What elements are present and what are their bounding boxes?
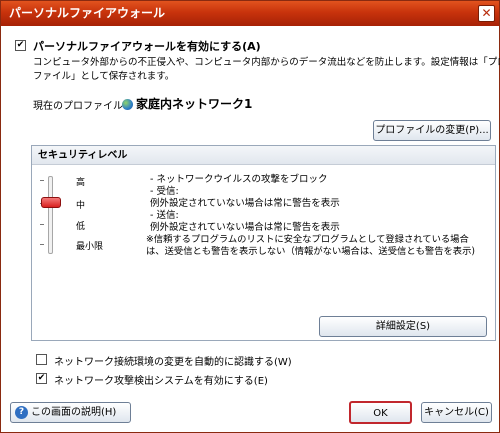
advanced-settings-button[interactable]: 詳細設定(S): [319, 316, 487, 337]
slider-tick: [40, 244, 44, 245]
auto-detect-label[interactable]: ネットワーク接続環境の変更を自動的に認識する(W): [54, 353, 292, 368]
current-profile: 家庭内ネットワーク1: [122, 95, 252, 112]
help-icon: ?: [15, 406, 28, 419]
title-bar: パーソナルファイアウォール ✕: [1, 1, 499, 26]
window-title: パーソナルファイアウォール: [9, 6, 166, 20]
change-profile-button[interactable]: プロファイルの変更(P)...: [373, 120, 491, 141]
level-high: 高: [76, 178, 86, 188]
close-button[interactable]: ✕: [478, 5, 495, 22]
slider-tick: [40, 224, 44, 225]
enable-firewall-checkbox[interactable]: ✔: [15, 40, 26, 51]
level-low: 低: [76, 222, 86, 232]
current-profile-name: 家庭内ネットワーク1: [136, 97, 253, 111]
attack-detect-label[interactable]: ネットワーク攻撃検出システムを有効にする(E): [54, 372, 268, 387]
enable-firewall-label[interactable]: パーソナルファイアウォールを有効にする(A): [33, 38, 261, 54]
ok-button[interactable]: OK: [349, 401, 412, 424]
auto-detect-checkbox[interactable]: [36, 354, 47, 365]
slider-track[interactable]: [48, 176, 53, 254]
firewall-window: パーソナルファイアウォール ✕ ✔ パーソナルファイアウォールを有効にする(A)…: [0, 0, 500, 433]
attack-detect-checkbox[interactable]: ✔: [36, 373, 47, 384]
level-medium: 中: [76, 201, 86, 211]
help-button-label: この画面の説明(H): [31, 407, 117, 418]
globe-icon: [122, 99, 133, 110]
security-level-panel: セキュリティレベル 高 中 低 最小限 - ネットワークウイルスの攻撃をブロック…: [31, 145, 496, 341]
security-level-header: セキュリティレベル: [32, 146, 495, 165]
firewall-description-line1: コンピュータ外部からの不正侵入や、コンピュータ内部からのデータ流出などを防止しま…: [33, 57, 500, 68]
slider-tick: [40, 180, 44, 181]
slider-thumb[interactable]: [41, 197, 61, 208]
level-minimum: 最小限: [76, 242, 104, 252]
firewall-description-line2: ファイル」として保存されます。: [33, 71, 175, 82]
help-button[interactable]: ? この画面の説明(H): [10, 402, 131, 423]
current-profile-label: 現在のプロファイル:: [33, 101, 127, 112]
level-description-line: は、送受信とも警告を表示しない（情報がない場合は、送受信とも警告を表示): [146, 246, 476, 257]
close-icon: ✕: [481, 6, 492, 20]
cancel-button[interactable]: キャンセル(C): [421, 402, 492, 423]
